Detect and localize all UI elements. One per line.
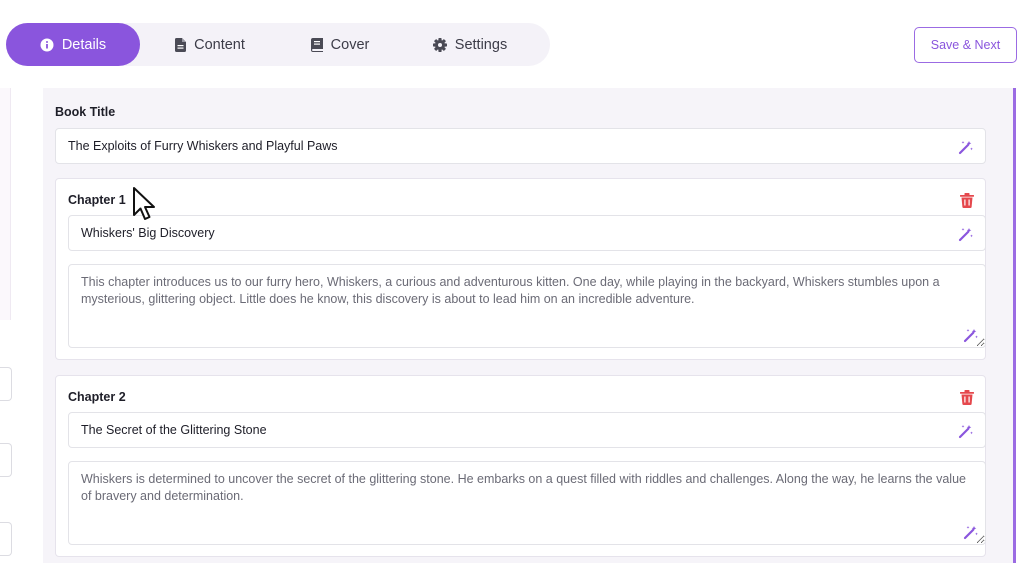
book-title-label: Book Title — [55, 105, 116, 119]
document-icon — [175, 37, 187, 52]
trash-icon[interactable] — [960, 390, 974, 405]
chapter-summary-textarea[interactable]: This chapter introduces us to our furry … — [68, 264, 986, 348]
chapter-label: Chapter 2 — [68, 390, 126, 404]
tab-cover-label: Cover — [330, 36, 370, 53]
chapter-title-input[interactable]: Whiskers' Big Discovery — [68, 215, 986, 251]
chapter-card: Chapter 1 Whiskers' Big Discovery This c… — [55, 178, 986, 360]
tab-content[interactable]: Content — [140, 23, 280, 66]
trash-icon[interactable] — [960, 193, 974, 208]
info-icon — [40, 38, 54, 51]
chapter-card: Chapter 2 The Secret of the Glittering S… — [55, 375, 986, 557]
editor-page: Details Content Cover Settings Save & Ne… — [0, 0, 1024, 563]
sidebar-panel-edge — [0, 88, 11, 320]
tab-cover[interactable]: Cover — [280, 23, 400, 66]
tab-content-label: Content — [194, 36, 245, 53]
book-title-input[interactable]: The Exploits of Furry Whiskers and Playf… — [55, 128, 986, 164]
chapter-summary-textarea[interactable]: Whiskers is determined to uncover the se… — [68, 461, 986, 545]
details-panel: Book Title The Exploits of Furry Whisker… — [43, 88, 1016, 563]
magic-wand-icon[interactable] — [958, 226, 974, 242]
book-title-value: The Exploits of Furry Whiskers and Playf… — [68, 139, 338, 153]
gear-icon — [432, 37, 447, 52]
sidebar-field-edge[interactable] — [0, 367, 12, 401]
tab-details-label: Details — [61, 36, 107, 53]
tab-details[interactable]: Details — [6, 23, 140, 66]
magic-wand-icon[interactable] — [958, 423, 974, 439]
tab-settings[interactable]: Settings — [400, 23, 540, 66]
save-next-button[interactable]: Save & Next — [914, 27, 1017, 63]
sidebar-field-edge[interactable] — [0, 522, 12, 556]
sidebar-field-edge[interactable] — [0, 443, 12, 477]
chapter-label: Chapter 1 — [68, 193, 126, 207]
magic-wand-icon[interactable] — [958, 139, 974, 155]
chapter-title-value: The Secret of the Glittering Stone — [81, 423, 267, 437]
tab-settings-label: Settings — [454, 36, 508, 53]
book-icon — [310, 37, 323, 52]
chapter-title-input[interactable]: The Secret of the Glittering Stone — [68, 412, 986, 448]
magic-wand-icon[interactable] — [963, 524, 979, 540]
chapter-title-value: Whiskers' Big Discovery — [81, 226, 215, 240]
magic-wand-icon[interactable] — [963, 327, 979, 343]
tab-bar: Details Content Cover Settings — [6, 23, 550, 66]
